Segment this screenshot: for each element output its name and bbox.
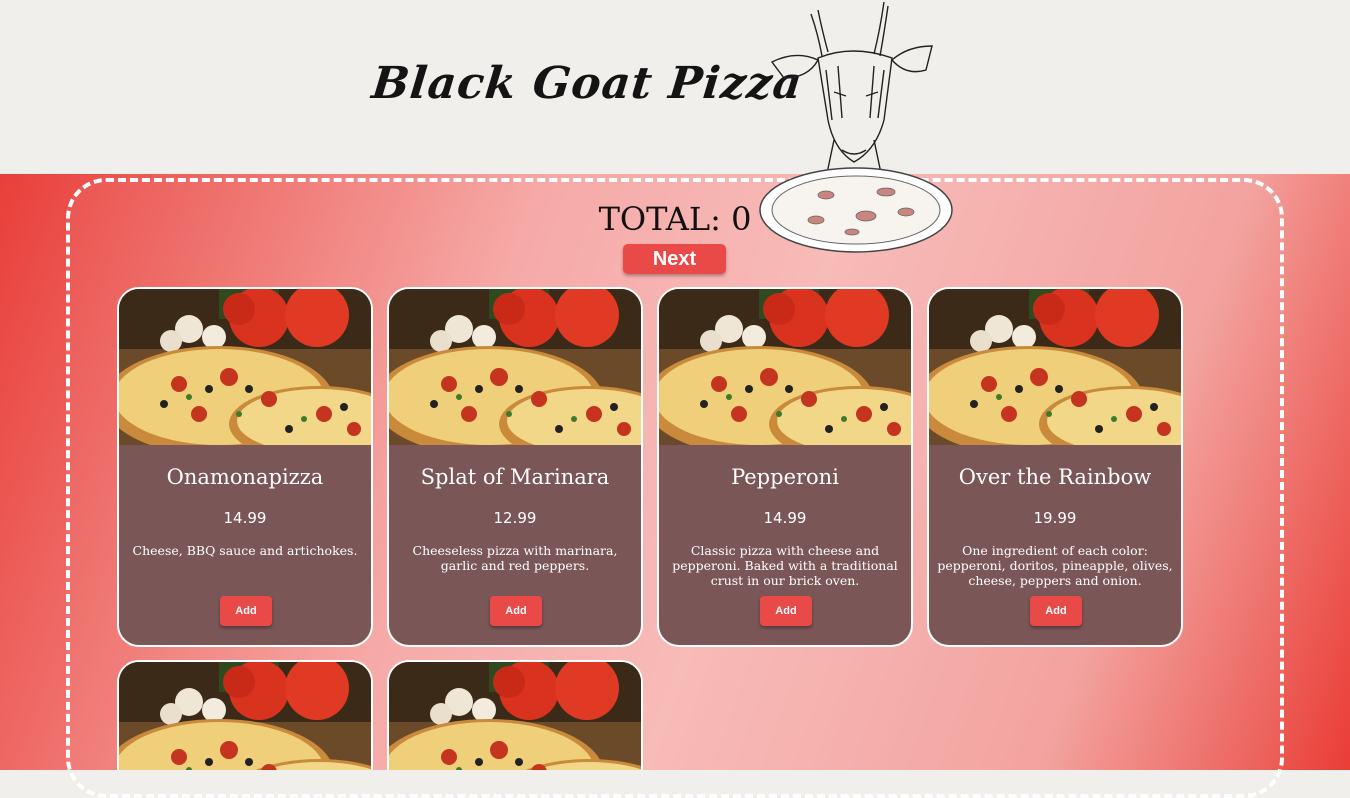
add-button[interactable]: Add [220,596,272,626]
goat-logo-icon [759,1,953,253]
menu-card: Over the Rainbow 19.99 One ingredient of… [927,287,1183,647]
pizza-image [119,289,371,445]
pizza-image [659,289,911,445]
pizza-name: Pepperoni [731,465,839,489]
pizza-image [389,289,641,445]
site-header: Black Goat Pizza [0,0,1350,174]
pizza-price: 12.99 [493,509,537,527]
menu-card [117,660,373,770]
pizza-price: 14.99 [763,509,807,527]
next-button[interactable]: Next [623,244,726,274]
menu-card [387,660,643,770]
pizza-name: Onamonapizza [166,465,324,489]
brand-title: Black Goat Pizza [369,58,806,109]
pizza-image [929,289,1181,445]
menu-card: Pepperoni 14.99 Classic pizza with chees… [657,287,913,647]
pizza-image [119,662,371,770]
pizza-price: 19.99 [1033,509,1077,527]
pizza-description: One ingredient of each color: pepperoni,… [937,543,1173,588]
add-button[interactable]: Add [490,596,542,626]
pizza-price: 14.99 [223,509,267,527]
pizza-description: Classic pizza with cheese and pepperoni.… [672,543,898,588]
menu-card: Onamonapizza 14.99 Cheese, BBQ sauce and… [117,287,373,647]
pizza-name: Over the Rainbow [958,465,1152,489]
pizza-description: Cheeseless pizza with marinara, garlic a… [412,543,618,573]
add-button[interactable]: Add [760,596,812,626]
menu-card: Splat of Marinara 12.99 Cheeseless pizza… [387,287,643,647]
pizza-description: Cheese, BBQ sauce and artichokes. [132,543,358,558]
pizza-image [389,662,641,770]
add-button[interactable]: Add [1030,596,1082,626]
pizza-name: Splat of Marinara [420,465,610,489]
